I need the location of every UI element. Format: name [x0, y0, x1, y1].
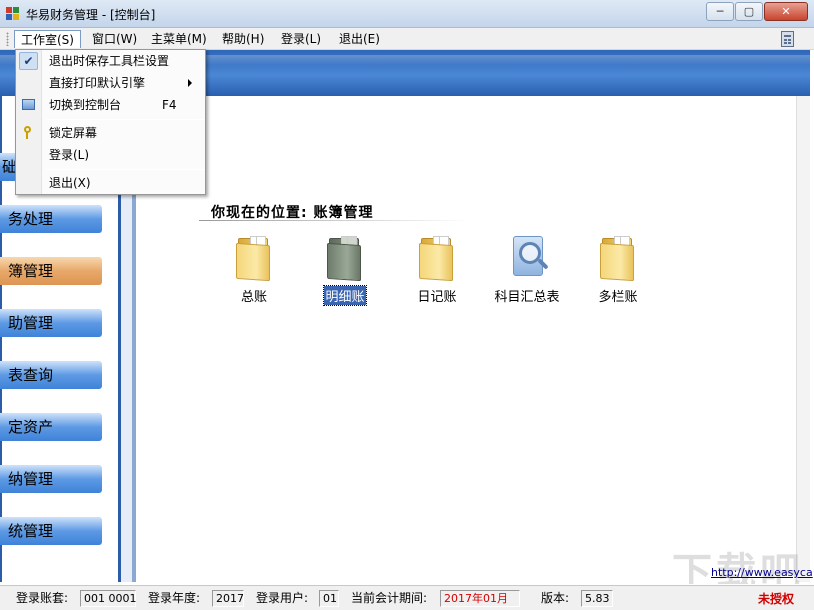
menu-item-label: 登录(L): [49, 148, 90, 162]
app-logo-icon: [6, 7, 20, 21]
menu-item-save-toolbar[interactable]: ✔ 退出时保存工具栏设置: [16, 50, 205, 72]
key-icon-stem: [26, 132, 28, 139]
location-divider: [199, 220, 471, 221]
user-value: 01: [319, 590, 339, 607]
menu-login[interactable]: 登录(L): [275, 30, 327, 48]
menu-exit[interactable]: 退出(E): [333, 30, 386, 48]
sidebar-item-accounting[interactable]: 务处理: [0, 205, 102, 233]
module-subject-summary[interactable]: 科目汇总表: [487, 234, 567, 305]
shortcut-label: F4: [162, 98, 177, 112]
account-label: 登录账套:: [16, 591, 69, 605]
version-value: 5.83: [581, 590, 613, 607]
menu-item-lock-screen[interactable]: 锁定屏幕: [16, 122, 205, 144]
folder-icon: [419, 234, 455, 282]
menu-separator: [46, 169, 204, 170]
menu-item-label: 退出时保存工具栏设置: [49, 54, 170, 68]
sidebar-item-reports[interactable]: 表查询: [0, 361, 102, 389]
folder-gray-icon: [327, 234, 363, 282]
magnifier-document-icon: [509, 234, 549, 280]
module-multi-column[interactable]: 多栏账: [578, 234, 658, 305]
window-title: 华易财务管理 - [控制台]: [26, 8, 156, 22]
menu-item-switch-console[interactable]: 切换到控制台 F4: [16, 94, 205, 116]
menu-item-exit[interactable]: 退出(X): [16, 172, 205, 194]
menu-main[interactable]: 主菜单(M): [145, 30, 213, 48]
module-journal[interactable]: 日记账: [397, 234, 477, 305]
sidebar-item-cashier[interactable]: 纳管理: [0, 465, 102, 493]
website-link[interactable]: http://www.easyca: [711, 566, 813, 579]
module-general-ledger[interactable]: 总账: [214, 234, 294, 305]
calculator-icon[interactable]: [781, 31, 794, 47]
year-label: 登录年度:: [148, 591, 201, 605]
sidebar-item-system[interactable]: 统管理: [0, 517, 102, 545]
menu-item-login[interactable]: 登录(L): [16, 144, 205, 166]
workroom-dropdown-menu: ✔ 退出时保存工具栏设置 直接打印默认引擎 切换到控制台 F4 锁定屏幕 登录(…: [15, 49, 206, 195]
toolbar-grip-icon[interactable]: [6, 32, 9, 46]
menu-workroom[interactable]: 工作室(S): [14, 30, 81, 48]
menu-help[interactable]: 帮助(H): [216, 30, 270, 48]
vertical-scrollbar[interactable]: [796, 96, 810, 582]
submenu-arrow-icon: [188, 79, 192, 87]
location-title: 你现在的位置: 账簿管理: [211, 205, 374, 221]
status-bar: 登录账套: 001 0001 登录年度: 2017 登录用户: 01 当前会计期…: [0, 585, 814, 610]
account-value: 001 0001: [80, 590, 137, 607]
menu-separator: [46, 119, 204, 120]
period-value: 2017年01月: [440, 590, 520, 607]
check-icon: ✔: [19, 52, 38, 70]
module-label: 多栏账: [598, 290, 638, 305]
sidebar-item-fixed-assets[interactable]: 定资产: [0, 413, 102, 441]
menu-bar: 工作室(S) 窗口(W) 主菜单(M) 帮助(H) 登录(L) 退出(E): [0, 28, 814, 50]
user-label: 登录用户:: [256, 591, 309, 605]
version-label: 版本:: [541, 591, 570, 605]
menu-item-print-engine[interactable]: 直接打印默认引擎: [16, 72, 205, 94]
folder-icon: [236, 234, 272, 282]
folder-icon: [600, 234, 636, 282]
module-label: 科目汇总表: [494, 290, 560, 305]
menu-item-label: 锁定屏幕: [49, 126, 98, 140]
period-label: 当前会计期间:: [351, 591, 428, 605]
module-detail-ledger[interactable]: 明细账: [305, 234, 385, 306]
menu-window[interactable]: 窗口(W): [86, 30, 143, 48]
sidebar-item-auxiliary[interactable]: 助管理: [0, 309, 102, 337]
menu-item-label: 切换到控制台: [49, 98, 122, 112]
maximize-button[interactable]: ▢: [735, 2, 763, 21]
close-button[interactable]: ✕: [764, 2, 808, 21]
console-icon: [22, 99, 35, 110]
menu-item-label: 退出(X): [49, 176, 91, 190]
sidebar-item-ledger[interactable]: 簿管理: [0, 257, 102, 285]
unauthorized-badge: 未授权: [757, 592, 794, 606]
minimize-button[interactable]: ─: [706, 2, 734, 21]
module-label: 日记账: [417, 290, 457, 305]
module-label: 总账: [240, 290, 267, 305]
module-label: 明细账: [323, 285, 367, 306]
menu-item-label: 直接打印默认引擎: [49, 76, 146, 90]
title-bar: 华易财务管理 - [控制台] ─ ▢ ✕: [0, 0, 814, 28]
year-value: 2017: [212, 590, 244, 607]
